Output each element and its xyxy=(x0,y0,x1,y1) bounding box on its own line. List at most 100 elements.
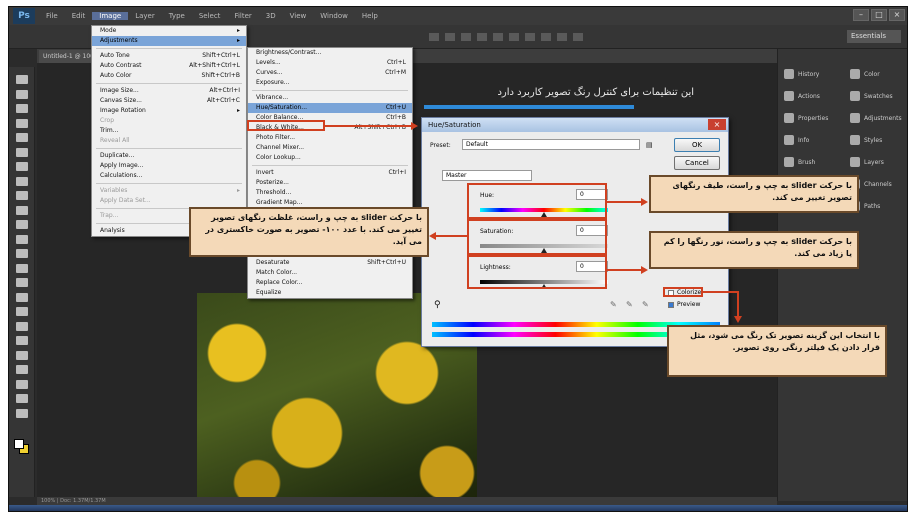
menu-item-image-rotation[interactable]: Image Rotation ▸ xyxy=(92,106,246,116)
menu-item-auto-contrast[interactable]: Auto Contrast Alt+Shift+Ctrl+L xyxy=(92,61,246,71)
eyedropper-minus-icon[interactable]: ✎ xyxy=(642,300,649,309)
panel-actions[interactable]: Actions xyxy=(780,85,842,107)
window-controls: – □ × xyxy=(853,9,905,21)
tool-icon[interactable] xyxy=(16,162,28,171)
tool-icon[interactable] xyxy=(16,249,28,258)
menu-item-trim[interactable]: Trim... xyxy=(92,126,246,136)
panel-label: Properties xyxy=(798,114,829,122)
panel-properties[interactable]: Properties xyxy=(780,107,842,129)
preset-label: Preset: xyxy=(430,142,451,149)
menu-item-photo-filter[interactable]: Photo Filter... xyxy=(248,133,412,143)
panel-info[interactable]: Info xyxy=(780,129,842,151)
menu-item-apply-data-set[interactable]: Apply Data Set... xyxy=(92,196,246,206)
preset-options-icon[interactable]: ▤ xyxy=(646,141,653,149)
menu-type[interactable]: Type xyxy=(162,12,192,20)
panel-swatches[interactable]: Swatches xyxy=(846,85,907,107)
tool-icon[interactable] xyxy=(16,75,28,84)
menu-item-shortcut: ▸ xyxy=(236,107,240,114)
panel-label: Actions xyxy=(798,92,820,100)
menu-item-mode[interactable]: Mode ▸ xyxy=(92,26,246,36)
tool-icon[interactable] xyxy=(16,336,28,345)
tool-icon[interactable] xyxy=(16,321,28,331)
menu-item-adjustments[interactable]: Adjustments ▸ xyxy=(92,36,246,46)
menu-image[interactable]: Image xyxy=(92,12,129,20)
foreground-color-swatch[interactable] xyxy=(14,439,24,449)
tool-icon[interactable] xyxy=(16,408,28,418)
menu-select[interactable]: Select xyxy=(192,12,228,20)
tool-icon[interactable] xyxy=(16,220,28,229)
menu-item-apply-image[interactable]: Apply Image... xyxy=(92,161,246,171)
preset-select[interactable]: Default xyxy=(462,139,640,150)
menu-item-equalize[interactable]: Equalize xyxy=(248,288,412,298)
menu-item-vibrance[interactable]: Vibrance... xyxy=(248,93,412,103)
menu-item-invert[interactable]: Invert Ctrl+I xyxy=(248,168,412,178)
tool-icon[interactable] xyxy=(16,118,28,128)
menu-item-color-lookup[interactable]: Color Lookup... xyxy=(248,153,412,163)
tool-icon[interactable] xyxy=(16,263,28,273)
menu-filter[interactable]: Filter xyxy=(227,12,258,20)
menu-item-threshold[interactable]: Threshold... xyxy=(248,188,412,198)
panel-adjustments[interactable]: Adjustments xyxy=(846,107,907,129)
tool-icon[interactable] xyxy=(16,133,28,142)
menu-item-image-size[interactable]: Image Size... Alt+Ctrl+I xyxy=(92,86,246,96)
panel-brush[interactable]: Brush xyxy=(780,151,842,173)
menu-item-desaturate[interactable]: Desaturate Shift+Ctrl+U xyxy=(248,258,412,268)
menu-edit[interactable]: Edit xyxy=(65,12,93,20)
panel-history[interactable]: History xyxy=(780,63,842,85)
tool-icon[interactable] xyxy=(16,234,28,244)
menu-layer[interactable]: Layer xyxy=(128,12,162,20)
menu-3d[interactable]: 3D xyxy=(259,12,283,20)
menu-item-exposure[interactable]: Exposure... xyxy=(248,78,412,88)
tool-icon[interactable] xyxy=(16,89,28,99)
tool-icon[interactable] xyxy=(16,365,28,374)
tool-icon[interactable] xyxy=(16,176,28,186)
menu-item-hue-saturation[interactable]: Hue/Saturation... Ctrl+U xyxy=(248,103,412,113)
menu-window[interactable]: Window xyxy=(313,12,355,20)
tool-icon[interactable] xyxy=(16,350,28,360)
menu-view[interactable]: View xyxy=(283,12,314,20)
cancel-button[interactable]: Cancel xyxy=(674,156,720,170)
menu-file[interactable]: File xyxy=(39,12,65,20)
eyedropper-plus-icon[interactable]: ✎ xyxy=(626,300,633,309)
menu-item-calculations[interactable]: Calculations... xyxy=(92,171,246,181)
panel-layers[interactable]: Layers xyxy=(846,151,907,173)
tool-icon[interactable] xyxy=(16,292,28,302)
tool-icon[interactable] xyxy=(16,147,28,157)
minimize-icon[interactable]: – xyxy=(853,9,869,21)
menu-help[interactable]: Help xyxy=(355,12,385,20)
menu-item-posterize[interactable]: Posterize... xyxy=(248,178,412,188)
menu-item-auto-color[interactable]: Auto Color Shift+Ctrl+B xyxy=(92,71,246,81)
close-icon[interactable]: × xyxy=(889,9,905,21)
photoshop-logo-icon: Ps xyxy=(13,8,35,24)
menu-item-canvas-size[interactable]: Canvas Size... Alt+Ctrl+C xyxy=(92,96,246,106)
eyedropper-add-icon[interactable]: ✎ xyxy=(610,300,617,309)
workspace-switcher[interactable]: Essentials xyxy=(847,30,901,43)
panel-color[interactable]: Color xyxy=(846,63,907,85)
menu-item-levels[interactable]: Levels... Ctrl+L xyxy=(248,58,412,68)
menu-item-variables[interactable]: Variables ▸ xyxy=(92,186,246,196)
ok-button[interactable]: OK xyxy=(674,138,720,152)
tool-icon[interactable] xyxy=(16,394,28,403)
eyedropper-icon[interactable]: ⚲ xyxy=(434,300,441,310)
menu-item-brightness-contrast[interactable]: Brightness/Contrast... xyxy=(248,48,412,58)
tool-icon[interactable] xyxy=(16,379,28,389)
menu-item-duplicate[interactable]: Duplicate... xyxy=(92,151,246,161)
menu-item-crop[interactable]: Crop xyxy=(92,116,246,126)
tool-icon[interactable] xyxy=(16,205,28,215)
channel-select[interactable]: Master xyxy=(442,170,532,181)
panel-icon xyxy=(784,69,794,79)
tool-icon[interactable] xyxy=(16,278,28,287)
tool-icon[interactable] xyxy=(16,307,28,316)
preview-checkbox[interactable] xyxy=(668,302,674,308)
menu-item-curves[interactable]: Curves... Ctrl+M xyxy=(248,68,412,78)
close-icon[interactable]: × xyxy=(708,119,726,130)
menu-item-auto-tone[interactable]: Auto Tone Shift+Ctrl+L xyxy=(92,51,246,61)
menu-item-channel-mixer[interactable]: Channel Mixer... xyxy=(248,143,412,153)
menu-item-replace-color[interactable]: Replace Color... xyxy=(248,278,412,288)
panel-styles[interactable]: Styles xyxy=(846,129,907,151)
maximize-icon[interactable]: □ xyxy=(871,9,887,21)
menu-item-match-color[interactable]: Match Color... xyxy=(248,268,412,278)
tool-icon[interactable] xyxy=(16,104,28,113)
menu-item-reveal-all[interactable]: Reveal All xyxy=(92,136,246,146)
tool-icon[interactable] xyxy=(16,191,28,200)
